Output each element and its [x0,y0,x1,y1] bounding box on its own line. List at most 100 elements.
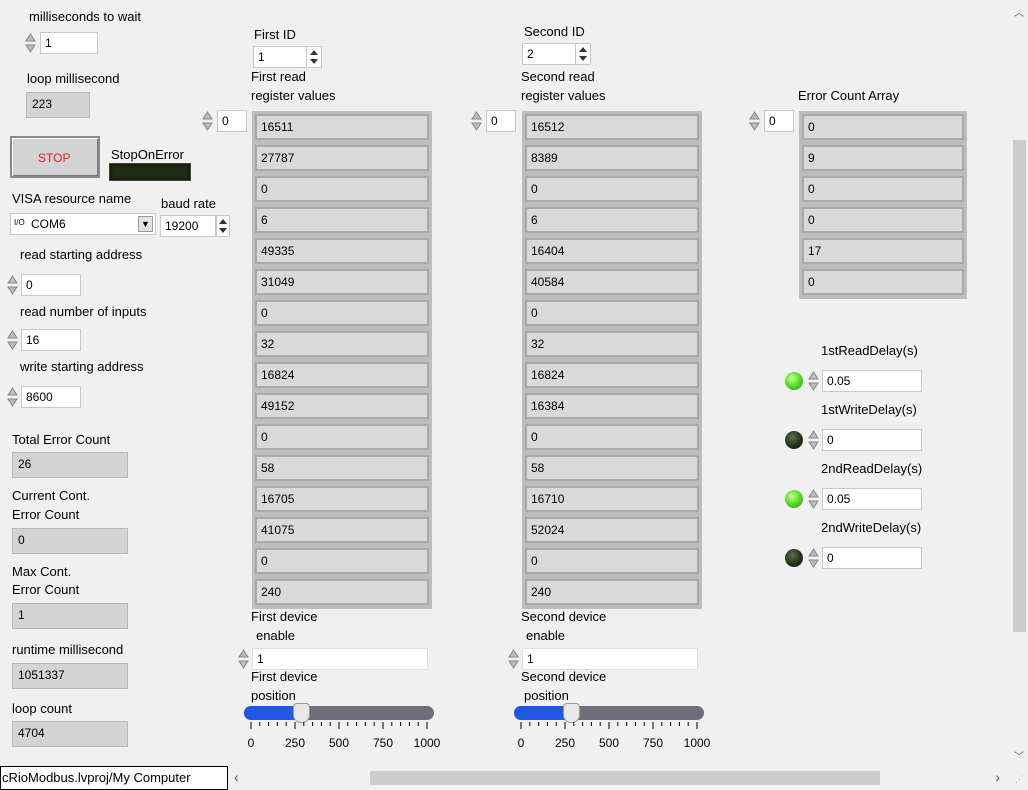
delay-led [785,549,803,567]
max-error-label-1: Max Cont. [12,564,72,579]
first-index-spinner[interactable] [202,110,213,132]
second-register-cell: 240 [525,579,699,605]
first-enable-input[interactable]: 1 [252,648,428,670]
delay-spinner[interactable] [808,370,819,392]
scroll-down-icon[interactable]: ﹀ [1014,748,1024,763]
horizontal-scrollbar[interactable]: ‹ › ⋰ [228,766,1028,790]
horizontal-scroll-thumb[interactable] [370,771,880,785]
error-count-cell: 9 [802,145,964,171]
first-enable-label-2: enable [256,628,296,643]
total-error-indicator: 26 [12,452,128,478]
second-enable-input[interactable]: 1 [522,648,698,670]
read-start-spinner[interactable] [7,274,18,296]
delay-spinner[interactable] [808,488,819,510]
error-index-spinner[interactable] [749,110,760,132]
delay-label: 1stWriteDelay(s) [821,402,917,417]
error-count-array: 0 9 0 0 17 0 [799,111,967,299]
second-id-input[interactable]: 2 [522,43,576,65]
second-register-array: 16512 8389 0 6 16404 40584 0 32 16824 16384 0 58 167… [522,111,702,609]
second-enable-label-2: enable [526,628,566,643]
max-error-indicator: 1 [12,603,128,629]
loop-ms-label: loop millisecond [27,71,120,86]
first-slider-handle[interactable] [293,703,310,723]
second-register-cell: 16384 [525,393,699,419]
first-register-cell: 240 [255,579,429,605]
current-error-label-1: Current Cont. [12,488,91,503]
chevron-down-icon[interactable]: ▼ [138,216,153,232]
vertical-scroll-thumb[interactable] [1013,140,1026,632]
second-register-cell: 16824 [525,362,699,388]
visa-resource-select[interactable]: I/O COM6 ▼ [10,213,156,235]
slider-tick-label: 500 [599,736,619,750]
stop-on-error-led [109,163,191,181]
total-error-label: Total Error Count [12,432,111,447]
delay-input[interactable]: 0 [822,429,922,451]
second-pos-label-1: Second device [521,669,607,684]
first-register-cell: 31049 [255,269,429,295]
max-error-label-2: Error Count [12,582,80,597]
first-id-input[interactable]: 1 [253,46,307,68]
second-index-input[interactable]: 0 [486,110,516,132]
second-id-label: Second ID [524,24,585,39]
second-enable-label-1: Second device [521,609,607,624]
current-error-indicator: 0 [12,528,128,554]
first-register-cell: 41075 [255,517,429,543]
baud-spinner[interactable] [216,215,230,237]
first-slider-scale: 0 250 500 750 1000 [248,722,441,750]
ms-wait-input[interactable]: 1 [40,32,98,54]
resize-grip-icon[interactable]: ⋰ [1015,774,1024,785]
read-num-input[interactable]: 16 [21,329,81,351]
second-position-slider[interactable] [514,703,704,723]
first-register-cell: 16705 [255,486,429,512]
visa-value: COM6 [31,217,66,231]
second-register-cell: 8389 [525,145,699,171]
first-index-input[interactable]: 0 [217,110,247,132]
write-start-spinner[interactable] [7,386,18,408]
stop-button-label: STOP [38,151,71,165]
delay-label: 2ndWriteDelay(s) [821,520,922,535]
first-register-cell: 49152 [255,393,429,419]
ms-wait-spinner[interactable] [25,32,36,54]
second-register-cell: 40584 [525,269,699,295]
first-reg-label-1: First read [251,69,306,84]
slider-tick-label: 0 [248,736,255,750]
write-start-input[interactable]: 8600 [21,386,81,408]
first-enable-label-1: First device [251,609,318,624]
delay-spinner[interactable] [808,547,819,569]
runtime-indicator: 1051337 [12,663,128,689]
delay-spinner[interactable] [808,429,819,451]
second-id-spinner[interactable] [575,43,591,65]
error-count-cell: 0 [802,176,964,202]
first-register-cell: 49335 [255,238,429,264]
first-register-cell: 58 [255,455,429,481]
second-register-cell: 6 [525,207,699,233]
error-index-input[interactable]: 0 [764,110,794,132]
baud-input[interactable]: 19200 [160,215,216,237]
second-slider-handle[interactable] [563,703,580,723]
first-register-cell: 0 [255,424,429,450]
delay-input[interactable]: 0 [822,547,922,569]
first-position-slider[interactable] [244,703,434,723]
error-count-cell: 17 [802,238,964,264]
second-index-spinner[interactable] [471,110,482,132]
read-start-input[interactable]: 0 [21,274,81,296]
first-id-spinner[interactable] [306,46,322,68]
stop-button[interactable]: STOP [10,136,100,178]
second-enable-spinner[interactable] [508,648,519,670]
first-register-array: 16511 27787 0 6 49335 31049 0 32 16824 49152 0 58 16… [252,111,432,609]
read-num-spinner[interactable] [7,329,18,351]
scroll-left-icon[interactable]: ‹ [234,769,239,785]
second-register-cell: 32 [525,331,699,357]
vertical-scrollbar[interactable]: ︿ ﹀ [1011,0,1028,765]
scroll-up-icon[interactable]: ︿ [1014,4,1024,19]
scroll-right-icon[interactable]: › [995,769,1000,785]
second-pos-label-2: position [524,688,569,703]
delay-led [785,490,803,508]
delay-input[interactable]: 0.05 [822,370,922,392]
error-array-label: Error Count Array [798,88,900,103]
second-slider-scale: 0 250 500 750 1000 [518,722,711,750]
runtime-label: runtime millisecond [12,642,124,657]
slider-tick-label: 500 [329,736,349,750]
first-enable-spinner[interactable] [238,648,249,670]
delay-input[interactable]: 0.05 [822,488,922,510]
